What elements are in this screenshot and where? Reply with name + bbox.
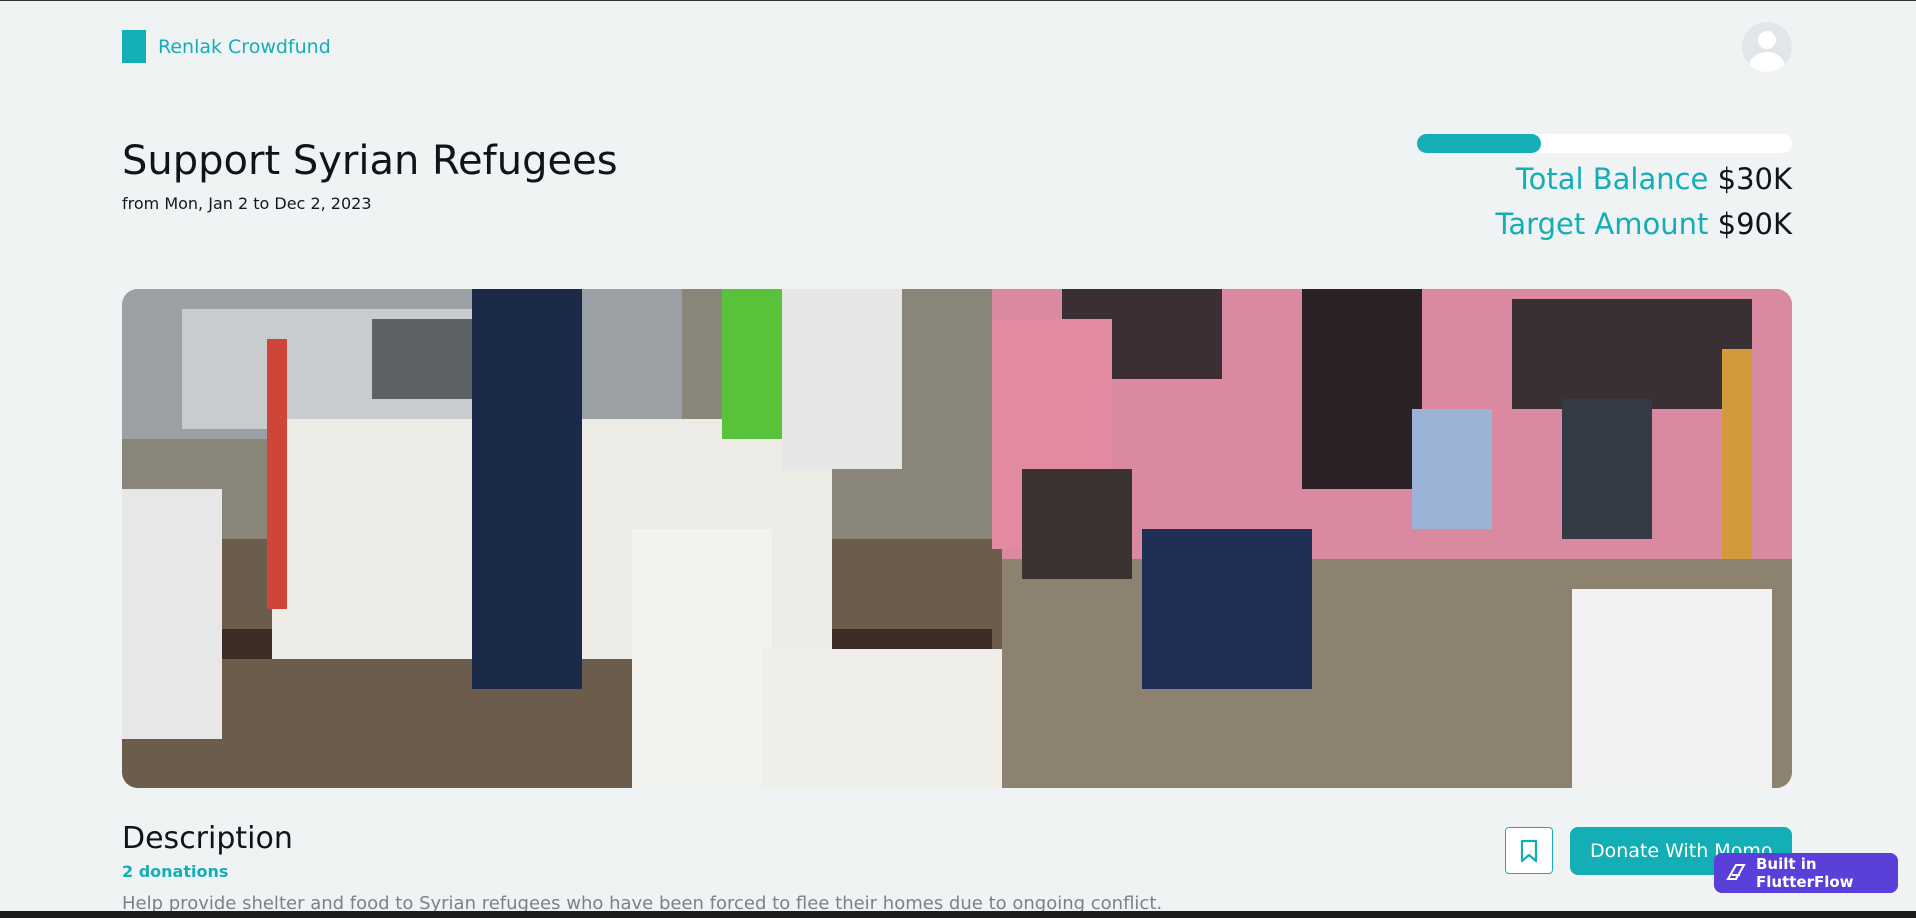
target-amount-label: Target Amount — [1495, 207, 1709, 241]
campaign-hero-image — [122, 289, 1792, 788]
total-balance-label: Total Balance — [1515, 162, 1709, 196]
flutterflow-badge-label: Built in FlutterFlow — [1756, 855, 1854, 891]
bottom-edge-bar — [0, 911, 1916, 918]
user-avatar[interactable] — [1742, 22, 1792, 72]
bookmark-icon — [1520, 839, 1538, 862]
campaign-title: Support Syrian Refugees — [122, 138, 618, 184]
avatar-head — [1758, 31, 1776, 49]
avatar-body — [1749, 52, 1785, 72]
funding-progress-bar — [1417, 134, 1792, 153]
total-balance-value: $30K — [1717, 162, 1792, 196]
donations-count[interactable]: 2 donations — [122, 862, 228, 881]
hero-photo-illustration — [122, 289, 1792, 788]
flutterflow-logo-icon — [1724, 861, 1748, 885]
bookmark-button[interactable] — [1505, 827, 1553, 874]
brand-name: Renlak Crowdfund — [158, 35, 331, 58]
flutterflow-badge[interactable]: Built in FlutterFlow — [1714, 853, 1898, 893]
logo-icon — [122, 30, 146, 63]
total-balance: Total Balance $30K — [1516, 162, 1792, 196]
target-amount-value: $90K — [1717, 207, 1792, 241]
target-amount: Target Amount $90K — [1496, 207, 1793, 241]
brand-link[interactable]: Renlak Crowdfund — [122, 30, 331, 63]
campaign-date-range: from Mon, Jan 2 to Dec 2, 2023 — [122, 194, 372, 213]
funding-progress-fill — [1417, 134, 1541, 153]
description-heading: Description — [122, 821, 293, 856]
